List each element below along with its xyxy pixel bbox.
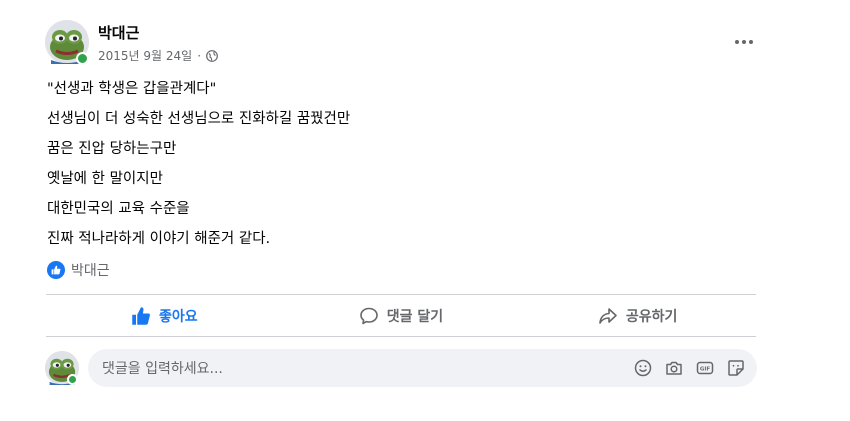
post-action-bar: 좋아요 댓글 달기 공유하기 bbox=[46, 297, 756, 335]
share-label: 공유하기 bbox=[625, 309, 678, 325]
author-name[interactable]: 박대근 bbox=[98, 22, 139, 43]
comment-tools: GIF bbox=[633, 359, 757, 378]
post-header: 박대근 2015년 9월 24일 · bbox=[45, 18, 770, 68]
feed-post: 박대근 2015년 9월 24일 · "선생과 학생은 갑을관계다" 선생님이 … bbox=[30, 0, 770, 421]
more-horizontal-icon bbox=[735, 40, 739, 44]
viewer-avatar[interactable] bbox=[45, 351, 79, 385]
reaction-summary[interactable]: 박대근 bbox=[47, 258, 110, 282]
share-icon bbox=[599, 308, 617, 324]
more-options-button[interactable] bbox=[728, 28, 760, 56]
post-body: "선생과 학생은 갑을관계다" 선생님이 더 성숙한 선생님으로 진화하길 꿈꿨… bbox=[47, 74, 747, 254]
camera-icon[interactable] bbox=[664, 359, 683, 378]
divider bbox=[46, 336, 756, 337]
post-text-line: 꿈은 진압 당하는구만 bbox=[47, 141, 177, 157]
like-label: 좋아요 bbox=[159, 309, 198, 325]
comment-placeholder[interactable]: 댓글을 입력하세요... bbox=[102, 358, 633, 378]
post-text-line: 대한민국의 교육 수준을 bbox=[47, 201, 190, 217]
online-status-indicator bbox=[76, 52, 89, 65]
thumbs-up-icon bbox=[132, 307, 150, 325]
sticker-icon[interactable] bbox=[726, 359, 745, 378]
like-reaction-icon bbox=[47, 261, 65, 279]
reaction-names[interactable]: 박대근 bbox=[71, 260, 110, 280]
emoji-icon[interactable] bbox=[633, 359, 652, 378]
comment-button[interactable]: 댓글 달기 bbox=[283, 297, 520, 335]
comment-label: 댓글 달기 bbox=[386, 309, 444, 325]
post-text-line: 선생님이 더 성숙한 선생님으로 진화하길 꿈꿨건만 bbox=[47, 111, 351, 127]
post-date[interactable]: 2015년 9월 24일 bbox=[98, 47, 192, 64]
comment-input[interactable]: 댓글을 입력하세요... GIF bbox=[88, 349, 757, 387]
post-meta: 2015년 9월 24일 · bbox=[98, 47, 218, 64]
author-avatar[interactable] bbox=[45, 20, 89, 65]
post-text-line: 옛날에 한 말이지만 bbox=[47, 171, 163, 187]
meta-separator: · bbox=[197, 48, 202, 63]
share-button[interactable]: 공유하기 bbox=[519, 297, 756, 335]
svg-text:GIF: GIF bbox=[699, 367, 710, 373]
online-status-indicator bbox=[67, 374, 78, 385]
post-text-line: "선생과 학생은 갑을관계다" bbox=[47, 81, 217, 97]
post-text-line: 진짜 적나라하게 이야기 해준거 같다. bbox=[47, 231, 271, 247]
comment-composer: 댓글을 입력하세요... GIF bbox=[45, 348, 757, 390]
globe-icon bbox=[206, 49, 218, 62]
like-button[interactable]: 좋아요 bbox=[46, 297, 283, 335]
comment-icon bbox=[359, 307, 378, 325]
divider bbox=[46, 294, 756, 295]
gif-icon[interactable]: GIF bbox=[695, 359, 714, 378]
